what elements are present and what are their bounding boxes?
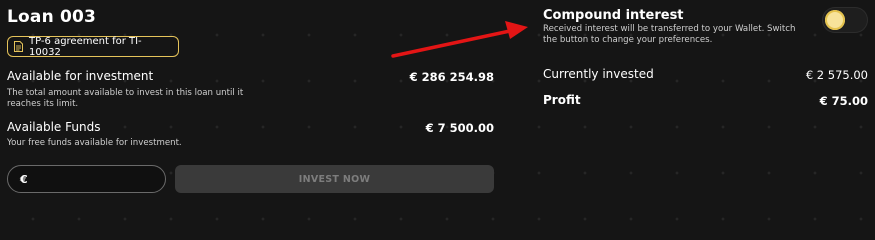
invest-now-button[interactable]: INVEST NOW (175, 165, 494, 193)
available-funds-label: Available Funds (7, 120, 101, 134)
available-investment-desc: The total amount available to invest in … (7, 88, 244, 109)
currency-symbol: € (20, 172, 28, 186)
profit-label: Profit (543, 93, 581, 107)
compound-interest-toggle[interactable] (822, 7, 868, 33)
loan-panel: Loan 003 TP-6 agreement for TI-10032 Ava… (7, 0, 494, 202)
document-icon (14, 41, 23, 52)
available-investment-value: € 286 254.98 (409, 70, 494, 84)
profit-value: € 75.00 (819, 94, 868, 108)
compound-panel: Compound interest Received interest will… (543, 0, 868, 202)
loan-title: Loan 003 (7, 7, 97, 27)
currently-invested-value: € 2 575.00 (805, 68, 868, 82)
compound-interest-desc: Received interest will be transferred to… (543, 24, 796, 45)
agreement-badge[interactable]: TP-6 agreement for TI-10032 (7, 35, 179, 58)
toggle-knob (825, 10, 845, 30)
investment-amount-input[interactable] (33, 172, 154, 186)
available-funds-value: € 7 500.00 (425, 121, 494, 135)
available-investment-label: Available for investment (7, 69, 154, 83)
available-funds-desc: Your free funds available for investment… (7, 138, 182, 148)
agreement-label: TP-6 agreement for TI-10032 (29, 35, 142, 58)
investment-amount-field[interactable]: € (7, 165, 166, 193)
compound-interest-title: Compound interest (543, 8, 684, 23)
currently-invested-label: Currently invested (543, 67, 654, 81)
